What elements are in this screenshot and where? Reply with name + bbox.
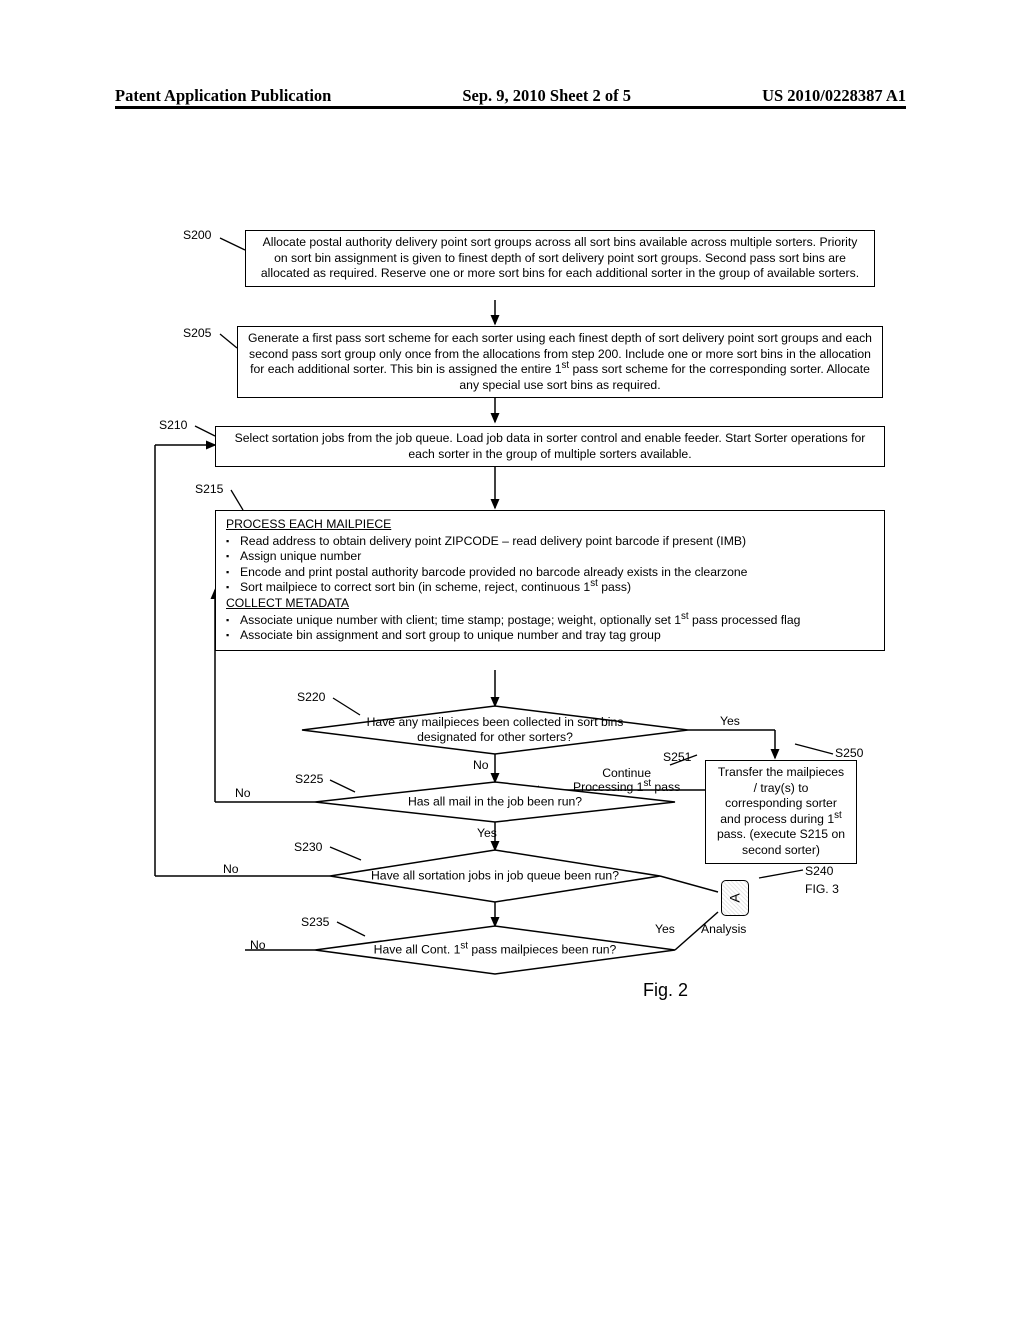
figure-caption: Fig. 2 (643, 980, 688, 1001)
header-right: US 2010/0228387 A1 (762, 86, 906, 106)
s225-no-label: No (235, 786, 251, 800)
step-label-s230: S230 (294, 840, 322, 854)
step-s215: PROCESS EACH MAILPIECE Read address to o… (215, 510, 885, 651)
step-label-s251: S251 (663, 750, 691, 764)
step-label-s200: S200 (183, 228, 211, 242)
s235-yes-label: Yes (655, 922, 675, 936)
s225-yes-label: Yes (477, 826, 497, 840)
s215-b5: Associate unique number with client; tim… (240, 613, 874, 629)
step-label-s220: S220 (297, 690, 325, 704)
s230-no-label: No (223, 862, 239, 876)
s235-text: Have all Cont. 1st pass mailpieces been … (365, 942, 625, 957)
header-left: Patent Application Publication (115, 86, 331, 106)
page-header: Patent Application Publication Sep. 9, 2… (115, 86, 906, 106)
step-s200: Allocate postal authority delivery point… (245, 230, 875, 287)
s230-text: Have all sortation jobs in job queue bee… (365, 868, 625, 883)
step-label-s250: S250 (835, 746, 863, 760)
decision-s230: Have all sortation jobs in job queue bee… (375, 856, 615, 896)
step-label-s225: S225 (295, 772, 323, 786)
step-s205: Generate a first pass sort scheme for ea… (237, 326, 883, 398)
s215-head-collect: COLLECT METADATA (226, 596, 874, 612)
step-s210: Select sortation jobs from the job queue… (215, 426, 885, 467)
step-label-s205: S205 (183, 326, 211, 340)
decision-s220: Have any mailpieces been collected in so… (365, 710, 625, 750)
s240-fig-ref: FIG. 3 (805, 882, 839, 896)
step-label-s210: S210 (159, 418, 187, 432)
s225-text: Has all mail in the job been run? (365, 794, 625, 809)
s215-b6: Associate bin assignment and sort group … (240, 628, 874, 644)
step-label-s235: S235 (301, 915, 329, 929)
header-divider (115, 106, 906, 109)
step-label-s240: S240 (805, 864, 833, 878)
s220-text: Have any mailpieces been collected in so… (365, 715, 625, 746)
s235-no-label: No (250, 938, 266, 952)
s215-b2: Assign unique number (240, 549, 874, 565)
s215-b4: Sort mailpiece to correct sort bin (in s… (240, 580, 874, 596)
s205-sup: st (562, 360, 570, 371)
decision-s235: Have all Cont. 1st pass mailpieces been … (375, 932, 615, 968)
s220-yes-label: Yes (720, 714, 740, 728)
s215-b1: Read address to obtain delivery point ZI… (240, 534, 874, 550)
s215-head-process: PROCESS EACH MAILPIECE (226, 517, 874, 533)
flowchart-diagram: S200 Allocate postal authority delivery … (115, 230, 906, 1170)
s220-no-label: No (473, 758, 489, 772)
step-s250: Transfer the mailpieces / tray(s) to cor… (705, 760, 857, 864)
off-page-connector-a: A (721, 880, 749, 916)
step-label-s215: S215 (195, 482, 223, 496)
s240-analysis-label: Analysis (701, 922, 746, 936)
decision-s225: Has all mail in the job been run? (355, 790, 635, 814)
s215-b3: Encode and print postal authority barcod… (240, 565, 874, 581)
header-center: Sep. 9, 2010 Sheet 2 of 5 (462, 86, 631, 106)
